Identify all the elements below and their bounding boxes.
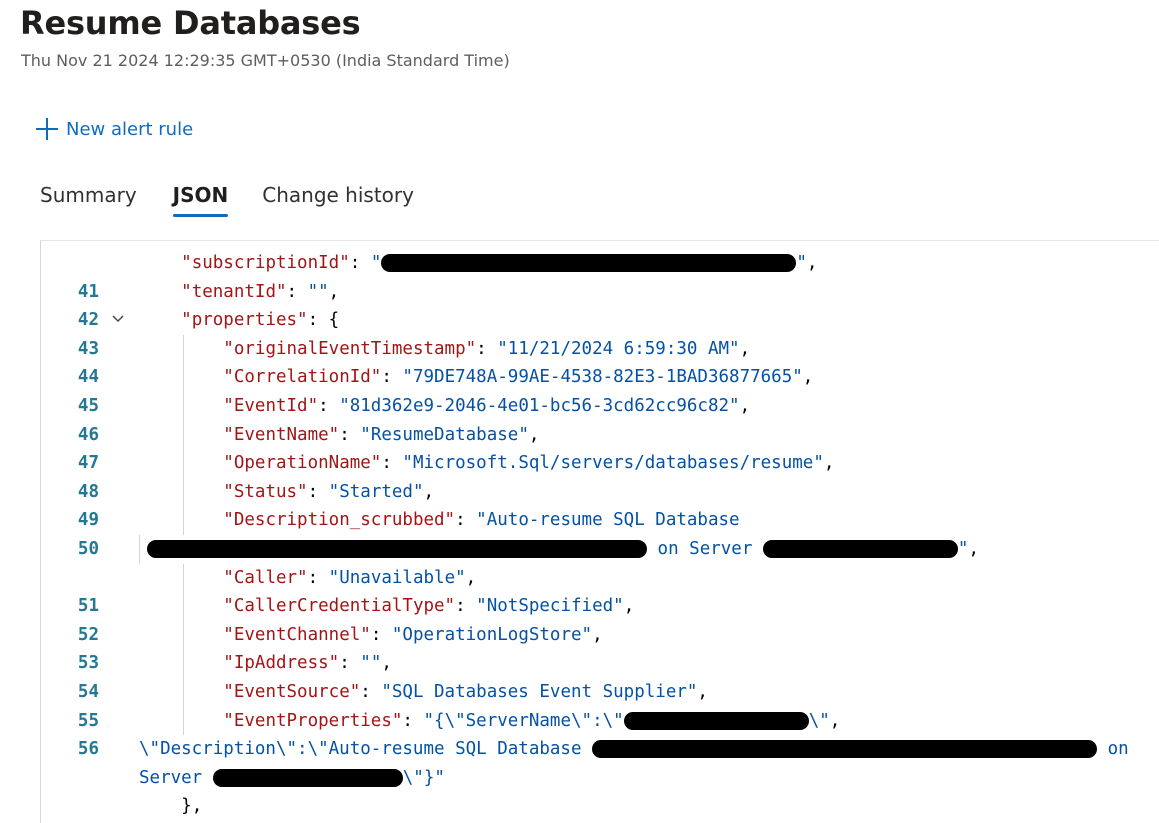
json-value: "SQL Databases Event Supplier" [381, 681, 698, 702]
code-line: 48 "OperationName": "Microsoft.Sql/serve… [41, 449, 1159, 502]
redaction-mark [623, 711, 809, 730]
code-line: 54 "IpAddress": "", [41, 649, 1159, 702]
code-line: 52 "CallerCredentialType": "NotSpecified… [41, 592, 1159, 645]
json-key: "CorrelationId" [223, 367, 382, 388]
code-line: 51 "Caller": "Unavailable", [41, 563, 1159, 616]
json-value-wrap: on Server [657, 538, 753, 559]
code-line: 56 "EventProperties": "{\"ServerName\":\… [41, 706, 1159, 759]
redaction-mark [212, 768, 403, 787]
json-key: "EventName" [223, 424, 340, 445]
code-line: 41 "subscriptionId": " ", [41, 249, 1159, 302]
new-alert-rule-button[interactable]: New alert rule [36, 115, 193, 143]
code-line: 46 "EventId": "81d362e9-2046-4e01-bc56-3… [41, 391, 1159, 445]
json-value: "Started" [328, 481, 424, 502]
json-key: "Status" [223, 481, 308, 502]
code-line-wrap: \"Description\":\"Auto-resume SQL Databa… [139, 739, 1129, 760]
json-key: "originalEventTimestamp" [223, 338, 477, 359]
chevron-down-icon[interactable] [111, 312, 125, 326]
json-value-wrap: Server [139, 767, 203, 788]
code-line: 50 "Description_scrubbed": "Auto-resume … [41, 506, 1159, 559]
json-value: "11/21/2024 6:59:30 AM" [497, 338, 740, 359]
tab-bar: Summary JSON Change history [40, 183, 450, 217]
json-value: "{\"ServerName\":\" [423, 710, 624, 731]
json-key: "EventProperties" [223, 710, 403, 731]
tab-json[interactable]: JSON [172, 183, 228, 217]
json-key: "tenantId" [181, 281, 287, 302]
redaction-mark [147, 539, 647, 558]
tab-change-history[interactable]: Change history [262, 183, 414, 213]
json-key: "IpAddress" [223, 653, 340, 674]
code-line-wrap: Server \"}" [139, 767, 445, 788]
redaction-mark [762, 539, 958, 558]
json-value: "" [307, 281, 329, 302]
json-key: "subscriptionId" [181, 253, 350, 273]
code-line: 47 "EventName": "ResumeDatabase", [41, 420, 1159, 473]
page-timestamp: Thu Nov 21 2024 12:29:35 GMT+0530 (India… [21, 51, 510, 70]
json-value: "Microsoft.Sql/servers/databases/resume" [402, 453, 824, 474]
code-line: 57 }, [41, 792, 1159, 821]
json-value-prefix: " [370, 253, 382, 273]
code-line-wrap: on Server ", [41, 534, 1159, 564]
json-key: "properties" [181, 310, 308, 331]
redaction-mark [381, 254, 797, 272]
new-alert-rule-label: New alert rule [66, 118, 194, 140]
code-line: 53 "EventChannel": "OperationLogStore", [41, 620, 1159, 673]
json-key: "OperationName" [223, 453, 382, 474]
json-value: "79DE748A-99AE-4538-82E3-1BAD36877665" [402, 367, 803, 388]
json-value: "OperationLogStore" [391, 624, 593, 645]
page-title: Resume Databases [20, 4, 361, 42]
json-key: "EventChannel" [223, 624, 371, 645]
code-line: 44 "originalEventTimestamp": "11/21/2024… [41, 334, 1159, 387]
code-line: 49 "Status": "Started", [41, 477, 1159, 530]
json-key: "Caller" [223, 567, 308, 588]
json-code-editor[interactable]: 41 "subscriptionId": " ", 42 "tenantId": … [40, 240, 1159, 823]
json-value: "" [360, 653, 382, 674]
json-value-suffix: " [796, 253, 807, 273]
json-key: "CallerCredentialType" [223, 596, 456, 617]
json-value-wrap: \"Description\":\"Auto-resume SQL Databa… [139, 739, 582, 760]
code-lines: 41 "subscriptionId": " ", 42 "tenantId": … [41, 249, 1159, 821]
json-key: "Description_scrubbed" [223, 510, 456, 531]
json-value: "ResumeDatabase" [360, 424, 529, 445]
code-line: 43 "properties": { [41, 306, 1159, 359]
redaction-mark [592, 740, 1098, 759]
json-key: "EventId" [223, 395, 319, 416]
json-value: "NotSpecified" [476, 596, 624, 617]
json-key: "EventSource" [223, 681, 361, 702]
code-line: 42 "tenantId": "", [41, 278, 1159, 331]
code-line: 45 "CorrelationId": "79DE748A-99AE-4538-… [41, 363, 1159, 416]
json-close-brace: }, [181, 796, 203, 817]
json-value: "Auto-resume SQL Database [476, 510, 740, 531]
json-value: "81d362e9-2046-4e01-bc56-3cd62cc96c82" [339, 395, 740, 416]
code-line: 55 "EventSource": "SQL Databases Event S… [41, 677, 1159, 731]
plus-icon [36, 118, 58, 140]
tab-summary[interactable]: Summary [40, 183, 137, 213]
json-value: "Unavailable" [328, 567, 466, 588]
